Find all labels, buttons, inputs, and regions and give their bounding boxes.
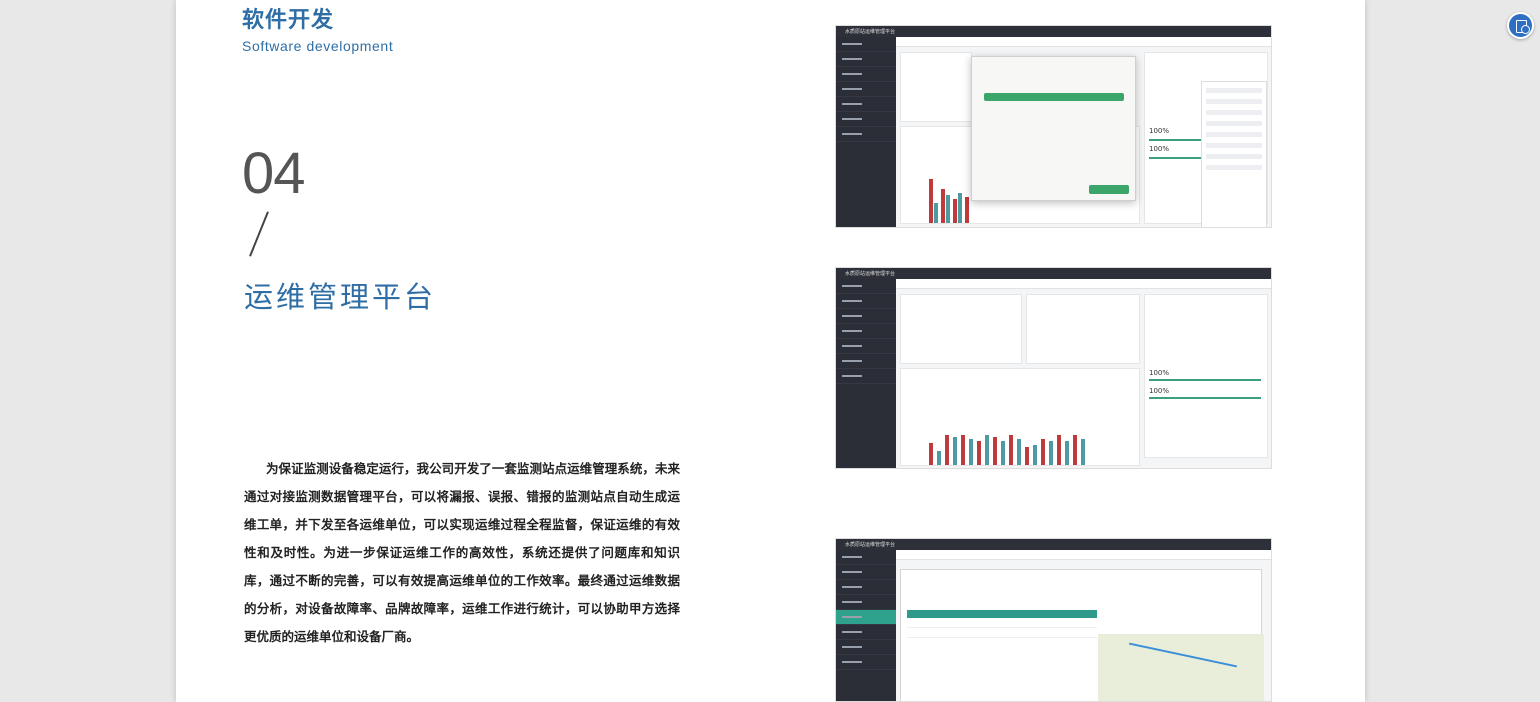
platform-title: 运维管理平台 — [244, 280, 437, 314]
screenshot-percent-b: 100% — [1149, 145, 1170, 153]
section-title: 软件开发 — [242, 8, 335, 33]
screenshot-send-button — [1089, 185, 1129, 194]
screenshot-sidebar — [836, 550, 896, 701]
body-paragraph: 为保证监测设备稳定运行，我公司开发了一套监测站点运维管理系统，未来通过对接监测数… — [244, 461, 680, 644]
screenshot-topbar: 水质原站运维管理平台 — [836, 26, 1271, 37]
screenshot-quick-card — [900, 52, 972, 122]
screenshot-event-list: 水质原站运维管理平台 — [835, 538, 1272, 702]
screenshot-status-card: 100% 100% — [1144, 294, 1268, 458]
screenshot-app-name: 水质原站运维管理平台 — [845, 271, 896, 277]
screenshot-percent-a: 100% — [1149, 369, 1170, 377]
screenshot-percent-a: 100% — [1149, 127, 1170, 135]
screenshot-topbar: 水质原站运维管理平台 — [836, 539, 1271, 550]
screenshot-tabs — [896, 279, 1271, 289]
screenshot-dashboard-chat: 水质原站运维管理平台 100% 100% — [835, 25, 1272, 228]
screenshot-table-header — [907, 610, 1097, 618]
screenshot-quick-card — [900, 294, 1022, 364]
screenshot-route-map — [1098, 634, 1264, 701]
screenshot-tabs — [896, 550, 1271, 560]
screenshot-tabs — [896, 37, 1271, 47]
screenshot-contact-list — [1201, 81, 1267, 227]
section-number: 04 — [242, 141, 306, 206]
screenshot-chart-card — [900, 368, 1140, 466]
screenshot-todo-card — [1026, 294, 1140, 364]
screenshot-sidebar — [836, 37, 896, 227]
screenshot-chat-window — [971, 56, 1136, 201]
screenshot-topbar: 水质原站运维管理平台 — [836, 268, 1271, 279]
screenshot-percent-b: 100% — [1149, 387, 1170, 395]
screenshot-chat-bubble — [984, 93, 1124, 101]
document-page: 软件开发 Software development 04 运维管理平台 为保证监… — [176, 0, 1365, 702]
screenshot-sidebar — [836, 279, 896, 468]
reader-mode-icon[interactable] — [1507, 12, 1534, 39]
screenshot-app-name: 水质原站运维管理平台 — [845, 29, 896, 35]
screenshot-dashboard: 水质原站运维管理平台 100% 100% — [835, 267, 1272, 469]
section-subtitle: Software development — [242, 38, 394, 54]
screenshot-app-name: 水质原站运维管理平台 — [845, 542, 896, 548]
slash-divider — [249, 211, 269, 257]
